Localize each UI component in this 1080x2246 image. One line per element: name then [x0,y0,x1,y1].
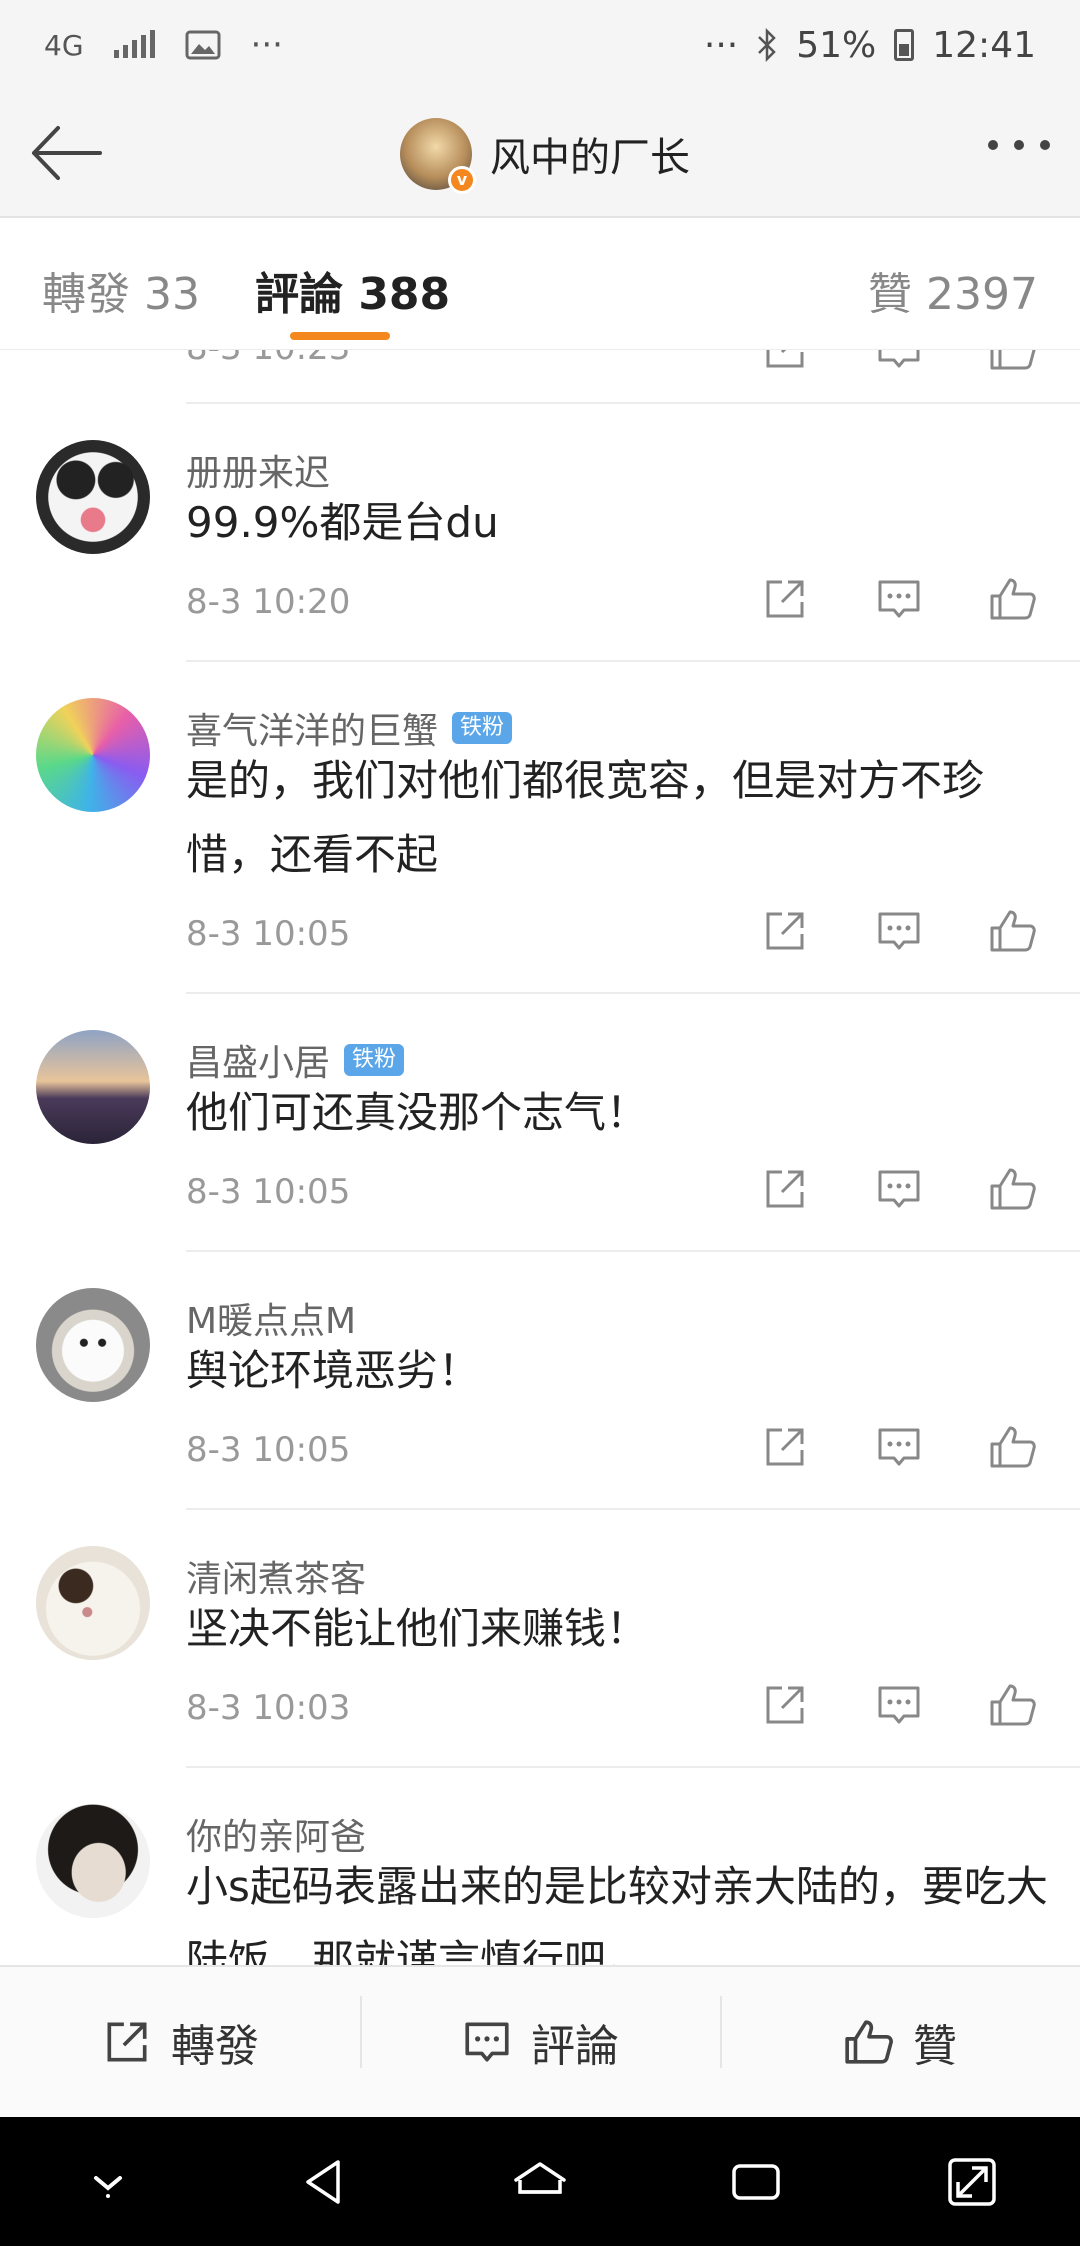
comment-actions [760,1680,1038,1730]
like-icon[interactable] [988,906,1038,956]
comment-text: 舆论环境恶劣！ [186,1346,481,1395]
user-avatar[interactable] [36,1030,150,1144]
comment-button[interactable]: 評論 [360,1996,720,2074]
tab-like[interactable]: 贊 2397 [868,258,1038,322]
repost-icon[interactable] [760,350,810,374]
more-notifications-icon: ··· [250,25,283,65]
comment-item: M暖点点M 舆论环境恶劣！ 8-3 10:05 [0,1252,1080,1510]
active-tab-indicator [290,332,390,340]
expand-icon[interactable] [942,2152,1002,2212]
comment-icon [465,2022,509,2062]
comment-item: 喜气洋洋的巨蟹 铁粉 是的，我们对他们都很宽容，但是对方不珍惜，还看不起 8-3 … [0,662,1080,994]
comment-item: 昌盛小居 铁粉 他们可还真没那个志气！ 8-3 10:05 [0,994,1080,1252]
user-avatar[interactable] [36,1288,150,1402]
top-app-bar: v 风中的厂长 [0,90,1080,218]
comment-icon[interactable] [874,1422,924,1472]
comment-item: 册册来迟 99.9%都是台du 8-3 10:20 [0,404,1080,662]
comment-item: 清闲煮茶客 坚决不能让他们来赚钱！ 8-3 10:03 [0,1510,1080,1768]
author-header[interactable]: v 风中的厂长 [400,118,690,194]
user-avatar[interactable] [36,698,150,812]
status-bar: 4G ··· ··· 51% 12:41 [0,0,1080,90]
network-indicator: 4G [44,28,84,62]
repost-icon [107,2022,147,2062]
tab-comment[interactable]: 評論 388 [255,258,450,322]
repost-label: 轉發 [171,2021,259,2072]
comment-time: 8-3 10:05 [186,1172,351,1212]
comment-icon[interactable] [874,350,924,374]
repost-icon[interactable] [760,1164,810,1214]
verified-badge-icon: v [448,166,476,194]
fan-badge: 铁粉 [344,1044,405,1076]
comment-icon[interactable] [874,1680,924,1730]
comment-actions [760,906,1038,956]
more-options-icon[interactable] [988,140,1050,150]
comment-icon[interactable] [874,574,924,624]
bottom-action-bar: 轉發 評論 贊 [0,1965,1080,2117]
battery-icon [894,29,915,61]
home-icon[interactable] [510,2152,570,2212]
image-icon [185,30,221,60]
battery-percent: 51% [796,24,877,66]
comment-actions [760,350,1038,374]
recent-apps-icon[interactable] [726,2152,786,2212]
repost-icon[interactable] [760,906,810,956]
comment-time: 8-3 10:03 [186,1688,351,1728]
fan-badge: 铁粉 [452,712,513,744]
author-avatar[interactable]: v [400,118,476,194]
like-icon[interactable] [988,1680,1038,1730]
comment-item: 你的亲阿爸 小s起码表露出来的是比较对亲大陆的，要吃大陆饭，那就谨言慎行吧。 [0,1768,1080,1965]
repost-icon[interactable] [760,1680,810,1730]
user-avatar[interactable] [36,1546,150,1660]
tab-repost[interactable]: 轉發 33 [42,258,200,322]
repost-icon[interactable] [760,1422,810,1472]
comment-actions [760,1164,1038,1214]
comment-text: 99.9%都是台du [186,498,499,547]
tab-bar: 轉發 33 評論 388 贊 2397 [0,218,1080,350]
comment-icon[interactable] [874,906,924,956]
user-avatar[interactable] [36,1804,150,1918]
like-label: 贊 [913,2021,957,2072]
comment-text: 是的，我们对他们都很宽容，但是对方不珍惜，还看不起 [186,756,985,879]
comment-actions [760,1422,1038,1472]
back-triangle-icon[interactable] [294,2152,354,2212]
comment-list[interactable]: 8-3 10:23 册册来迟 99.9%都是台du 8-3 10:20 喜气洋洋… [0,350,1080,1965]
comment-time: 8-3 10:05 [186,914,351,954]
comment-icon[interactable] [874,1164,924,1214]
like-icon[interactable] [988,574,1038,624]
system-navigation-bar [0,2117,1080,2246]
author-name[interactable]: 风中的厂长 [490,125,690,183]
clock: 12:41 [932,24,1036,66]
overflow-icon: ··· [703,24,739,66]
repost-icon[interactable] [760,574,810,624]
comment-label: 評論 [531,2021,619,2072]
bluetooth-icon [758,28,777,62]
like-button[interactable]: 贊 [720,1996,1080,2074]
comment-actions [760,574,1038,624]
comment-text: 小s起码表露出来的是比较对亲大陆的，要吃大陆饭，那就谨言慎行吧。 [186,1862,1048,1965]
like-icon[interactable] [988,350,1038,374]
like-icon [845,2020,893,2064]
repost-button[interactable]: 轉發 [0,2010,360,2074]
comment-time: 8-3 10:05 [186,1430,351,1470]
comment-time: 8-3 10:23 [186,350,350,368]
user-avatar[interactable] [36,440,150,554]
back-arrow-icon[interactable] [28,118,104,188]
chevron-down-icon[interactable] [78,2152,138,2212]
signal-icon [113,30,155,58]
like-icon[interactable] [988,1164,1038,1214]
comment-text: 他们可还真没那个志气！ [186,1088,649,1137]
comment-item: 8-3 10:23 [0,350,1080,404]
comment-time: 8-3 10:20 [186,582,351,622]
comment-text: 坚决不能让他们来赚钱！ [186,1604,649,1653]
like-icon[interactable] [988,1422,1038,1472]
